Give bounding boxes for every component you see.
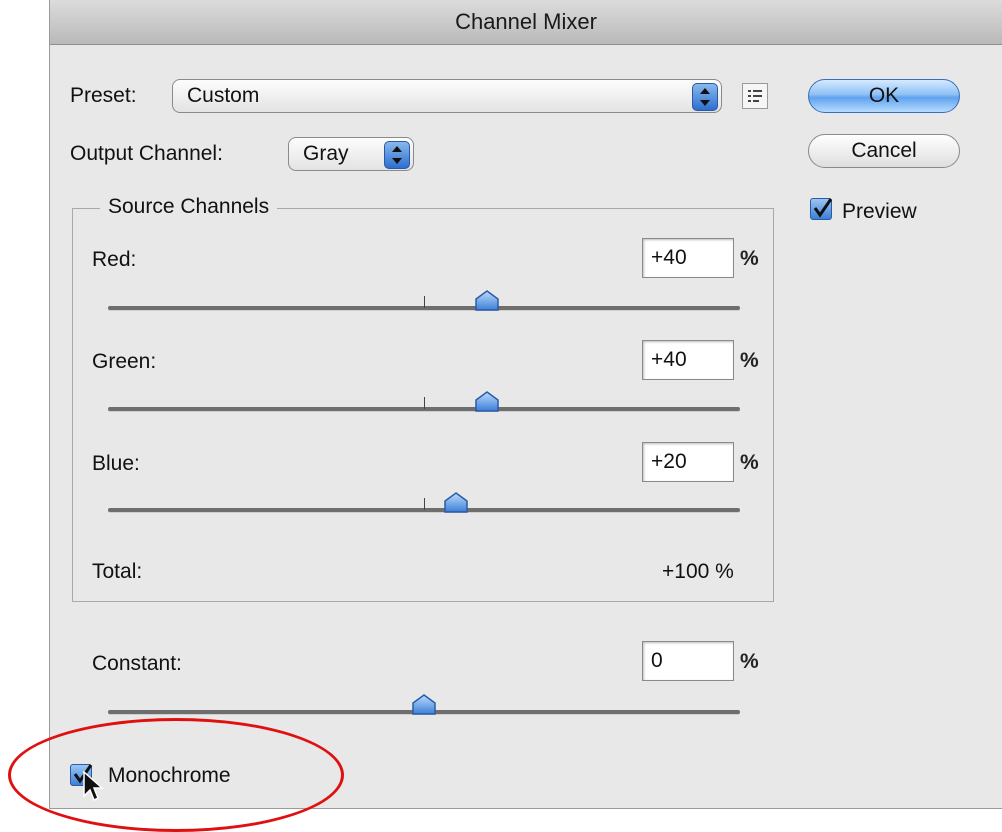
red-slider-center-tick xyxy=(424,296,425,308)
cancel-button[interactable]: Cancel xyxy=(808,134,960,168)
total-label: Total: xyxy=(92,560,143,583)
preset-select[interactable]: Custom xyxy=(172,79,722,113)
checkmark-icon xyxy=(813,198,833,218)
output-channel-value: Gray xyxy=(303,142,349,165)
green-percent-sign: % xyxy=(740,349,759,372)
output-channel-select[interactable]: Gray xyxy=(288,137,414,171)
green-percent-input[interactable]: +40 xyxy=(642,340,734,380)
preset-stepper-icon xyxy=(692,83,718,111)
preset-label: Preset: xyxy=(70,84,137,107)
green-slider-thumb[interactable] xyxy=(474,391,500,413)
output-channel-stepper-icon xyxy=(384,141,410,169)
blue-percent-sign: % xyxy=(740,451,759,474)
output-channel-label: Output Channel: xyxy=(70,142,223,165)
red-percent-sign: % xyxy=(740,247,759,270)
blue-label: Blue: xyxy=(92,452,140,475)
constant-percent-input[interactable]: 0 xyxy=(642,641,734,681)
blue-slider-track[interactable] xyxy=(108,492,740,513)
constant-slider-track[interactable] xyxy=(108,694,740,715)
blue-slider-center-tick xyxy=(424,498,425,510)
green-slider-center-tick xyxy=(424,397,425,409)
red-slider-thumb[interactable] xyxy=(474,290,500,312)
red-label: Red: xyxy=(92,248,137,271)
constant-slider-thumb[interactable] xyxy=(411,694,437,716)
blue-slider-thumb[interactable] xyxy=(443,492,469,514)
source-channels-title: Source Channels xyxy=(100,195,278,219)
blue-percent-input[interactable]: +20 xyxy=(642,442,734,482)
red-slider-track[interactable] xyxy=(108,290,740,311)
window-title: Channel Mixer xyxy=(50,0,1002,45)
preview-label: Preview xyxy=(842,200,917,223)
constant-percent-sign: % xyxy=(740,650,759,673)
preset-value: Custom xyxy=(187,84,260,107)
annotation-ellipse xyxy=(8,718,344,832)
total-value: +100 % xyxy=(662,560,734,583)
green-slider-track[interactable] xyxy=(108,391,740,412)
ok-button[interactable]: OK xyxy=(808,79,960,113)
channel-mixer-dialog: Channel Mixer Preset: Custom Output Chan… xyxy=(50,0,1002,808)
green-label: Green: xyxy=(92,350,157,373)
preview-checkbox[interactable] xyxy=(810,198,833,220)
preset-options-icon[interactable] xyxy=(742,83,768,109)
constant-label: Constant: xyxy=(92,652,182,675)
red-percent-input[interactable]: +40 xyxy=(642,238,734,278)
